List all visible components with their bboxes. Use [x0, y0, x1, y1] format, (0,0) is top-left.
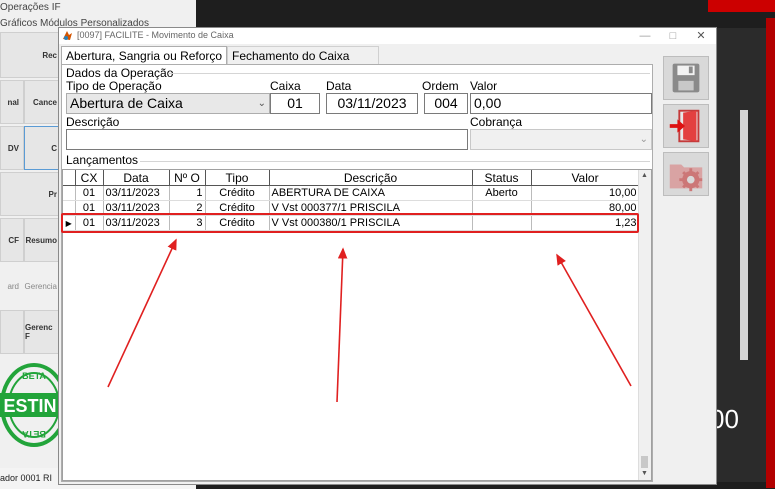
- bg-button-dv[interactable]: DV: [0, 126, 24, 170]
- cell-data: 03/11/2023: [103, 185, 170, 201]
- lancamentos-table: CX Data Nº O Tipo Descrição Status Valor…: [63, 170, 640, 231]
- lancamentos-grid: CX Data Nº O Tipo Descrição Status Valor…: [62, 169, 652, 481]
- data-field[interactable]: 03/11/2023: [326, 93, 418, 114]
- group-lancamentos: Lançamentos: [66, 153, 139, 167]
- group-dados-operacao: Dados da Operação: [66, 66, 174, 80]
- tipo-operacao-label: Tipo de Operação: [66, 79, 162, 93]
- tipo-operacao-value: Abertura de Caixa: [70, 95, 183, 111]
- group-divider: [168, 73, 650, 74]
- cell-cx: 01: [75, 215, 104, 231]
- save-button[interactable]: [663, 56, 709, 100]
- close-button[interactable]: ✕: [687, 28, 715, 44]
- chevron-down-icon: ⌄: [639, 134, 648, 145]
- movimento-caixa-dialog: [0097] FACILITE - Movimento de Caixa — □…: [58, 27, 717, 485]
- descricao-field[interactable]: [66, 129, 468, 150]
- column-header-cx[interactable]: CX: [75, 170, 104, 186]
- cobranca-label: Cobrança: [470, 115, 523, 129]
- cell-cx: 01: [75, 200, 104, 216]
- current-row-pointer-icon: ▶: [63, 215, 76, 231]
- bg-button-c[interactable]: C: [24, 126, 62, 170]
- column-header-status[interactable]: Status: [472, 170, 532, 186]
- bg-button-gerencia[interactable]: Gerencia: [24, 264, 62, 308]
- bg-scrollbar[interactable]: [740, 110, 748, 360]
- table-row[interactable]: 01 03/11/2023 2 Crédito V Vst 000377/1 P…: [63, 200, 640, 216]
- cell-data: 03/11/2023: [103, 215, 170, 231]
- bg-button-resumo[interactable]: Resumo: [24, 218, 62, 262]
- cell-tipo: Crédito: [205, 185, 270, 201]
- exit-button[interactable]: [663, 104, 709, 148]
- svg-text:BETA: BETA: [22, 371, 46, 381]
- svg-text:BETA: BETA: [22, 429, 46, 439]
- column-header-numero[interactable]: Nº O: [169, 170, 206, 186]
- cell-tipo: Crédito: [205, 215, 270, 231]
- cell-status: [472, 215, 532, 231]
- valor-label: Valor: [470, 79, 498, 93]
- row-indicator: [63, 185, 76, 201]
- cell-valor: 10,00: [531, 185, 640, 201]
- dialog-title: [0097] FACILITE - Movimento de Caixa: [77, 30, 234, 40]
- cell-status: Aberto: [472, 185, 532, 201]
- grid-vertical-scrollbar[interactable]: ▲ ▼: [638, 170, 651, 480]
- cell-descricao: V Vst 000380/1 PRISCILA: [269, 215, 473, 231]
- exit-door-icon: [669, 109, 700, 143]
- scroll-up-icon[interactable]: ▲: [641, 172, 648, 179]
- cell-cx: 01: [75, 185, 104, 201]
- bg-button-rec[interactable]: Rec: [0, 32, 62, 78]
- cell-numero: 2: [169, 200, 206, 216]
- bg-button-gerenc-f[interactable]: Gerenc F: [24, 310, 62, 354]
- descricao-label: Descrição: [66, 115, 120, 129]
- caixa-field[interactable]: 01: [270, 93, 320, 114]
- tab-abertura[interactable]: Abertura, Sangria ou Reforço: [61, 46, 227, 64]
- cell-tipo: Crédito: [205, 200, 270, 216]
- svg-text:ESTIN: ESTIN: [3, 396, 56, 416]
- scroll-down-icon[interactable]: ▼: [641, 470, 648, 477]
- bg-button-blank[interactable]: [0, 310, 24, 354]
- app-logo-icon: [63, 31, 72, 40]
- tab-fechamento[interactable]: Fechamento do Caixa: [227, 46, 379, 64]
- table-row[interactable]: 01 03/11/2023 1 Crédito ABERTURA DE CAIX…: [63, 185, 640, 201]
- column-header-descricao[interactable]: Descrição: [269, 170, 473, 186]
- bg-button-ard[interactable]: ard: [0, 264, 24, 308]
- data-label: Data: [326, 79, 352, 93]
- bg-button-nal[interactable]: nal: [0, 80, 24, 124]
- bg-red-side-column: [766, 18, 775, 488]
- table-header-row: CX Data Nº O Tipo Descrição Status Valor: [63, 170, 640, 186]
- valor-field[interactable]: 0,00: [470, 93, 652, 114]
- save-icon: [672, 63, 700, 93]
- table-row[interactable]: ▶ 01 03/11/2023 3 Crédito V Vst 000380/1…: [63, 215, 640, 231]
- column-header-data[interactable]: Data: [103, 170, 170, 186]
- chevron-down-icon: ⌄: [257, 98, 266, 109]
- cell-numero: 3: [169, 215, 206, 231]
- cell-data: 03/11/2023: [103, 200, 170, 216]
- bg-button-cf[interactable]: CF: [0, 218, 24, 262]
- caixa-label: Caixa: [270, 79, 301, 93]
- tab-content-panel: Dados da Operação Tipo de Operação Abert…: [61, 64, 653, 482]
- scroll-thumb[interactable]: [641, 456, 648, 468]
- bg-button-cance[interactable]: Cance: [24, 80, 62, 124]
- cell-numero: 1: [169, 185, 206, 201]
- maximize-button[interactable]: □: [659, 28, 687, 44]
- column-header-tipo[interactable]: Tipo: [205, 170, 270, 186]
- cell-status: [472, 200, 532, 216]
- settings-button[interactable]: [663, 152, 709, 196]
- tipo-operacao-select[interactable]: Abertura de Caixa ⌄: [66, 93, 270, 114]
- cell-descricao: V Vst 000377/1 PRISCILA: [269, 200, 473, 216]
- cell-descricao: ABERTURA DE CAIXA: [269, 185, 473, 201]
- settings-folder-icon: [669, 164, 703, 192]
- row-indicator: [63, 200, 76, 216]
- ordem-label: Ordem: [422, 79, 459, 93]
- group-divider: [140, 161, 650, 162]
- column-header-valor[interactable]: Valor: [531, 170, 640, 186]
- beta-stamp-logo: BETA ESTIN BETA: [0, 363, 62, 447]
- minimize-button[interactable]: —: [631, 28, 659, 44]
- dialog-titlebar[interactable]: [0097] FACILITE - Movimento de Caixa — □…: [59, 28, 716, 44]
- cell-valor: 80,00: [531, 200, 640, 216]
- background-app-title: Operações IF: [0, 2, 61, 13]
- cell-valor: 1,23: [531, 215, 640, 231]
- cobranca-select[interactable]: ⌄: [470, 129, 652, 150]
- row-indicator-header: [63, 170, 76, 186]
- bg-button-pr[interactable]: Pr: [0, 172, 62, 216]
- ordem-field[interactable]: 004: [424, 93, 468, 114]
- bg-red-bar: [708, 0, 775, 12]
